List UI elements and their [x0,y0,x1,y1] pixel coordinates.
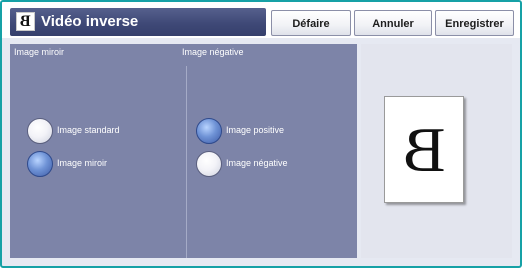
option-label: Image miroir [57,158,108,168]
negative-group-label: Image négative [182,47,244,57]
radio-button-selected-icon[interactable] [196,118,222,144]
radio-button-icon[interactable] [196,151,222,177]
save-button[interactable]: Enregistrer [435,10,514,36]
header: B Vidéo inverse Défaire Annuler Enregist… [2,2,520,38]
radio-button-icon[interactable] [27,118,53,144]
title-bar: B Vidéo inverse [10,8,266,36]
option-label: Image négative [226,158,288,168]
radio-button-selected-icon[interactable] [27,151,53,177]
option-label: Image positive [226,125,285,135]
mirror-group-label: Image miroir [14,47,65,57]
preview-panel: B [361,44,512,258]
option-label: Image standard [57,125,120,135]
undo-button[interactable]: Défaire [271,10,351,36]
mirror-b-icon: B [16,12,35,31]
preview-card: B [384,96,464,203]
group-divider [186,66,187,258]
window-frame: B Vidéo inverse Défaire Annuler Enregist… [0,0,522,268]
cancel-button[interactable]: Annuler [354,10,432,36]
options-panel: Image miroir Image négative Image standa… [10,44,357,258]
mirrored-letter-preview: B [402,114,446,185]
page-title: Vidéo inverse [41,13,139,30]
